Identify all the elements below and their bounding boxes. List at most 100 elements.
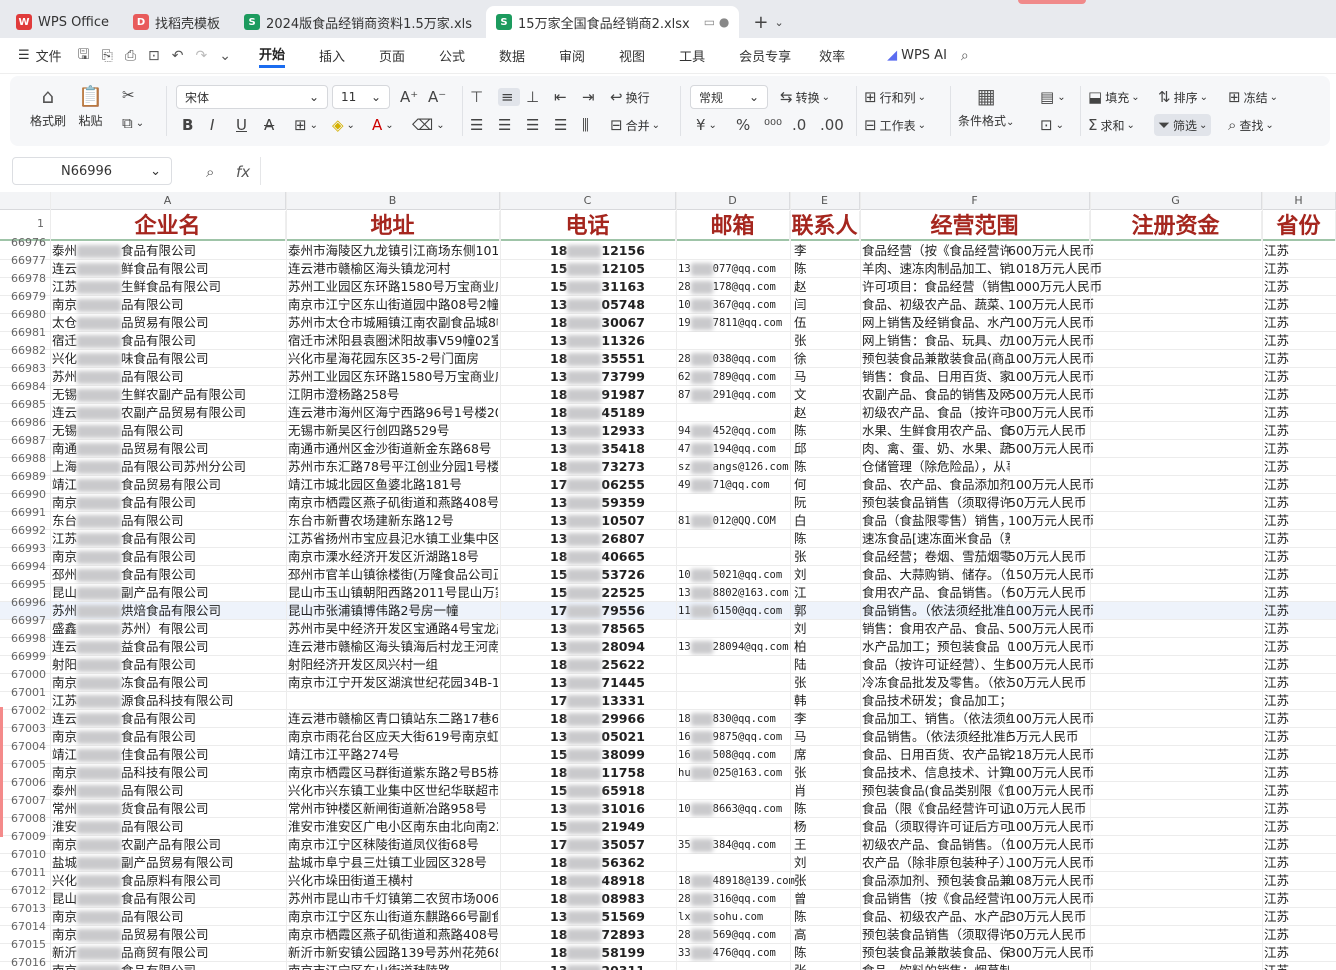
cell-address[interactable]: 南京市江宁区东山街道东麒路66号副食3 <box>288 908 498 926</box>
italic-button[interactable]: I <box>210 116 217 134</box>
header-cell[interactable]: 省份 <box>1262 211 1336 241</box>
header-cell[interactable]: 地址 <box>286 211 500 241</box>
cell-company[interactable]: 南京食品有限公司 <box>52 548 284 566</box>
cell-phone[interactable]: 1840665 <box>550 548 674 566</box>
cell-company[interactable]: 泰州品有限公司 <box>52 782 284 800</box>
cell-phone[interactable]: 1512105 <box>550 260 674 278</box>
row-number[interactable]: 66985 <box>0 398 46 411</box>
cell-email[interactable]: hu025@163.com <box>678 764 806 782</box>
cell-scope[interactable]: 预包装食品销售（须取得许可或批准后方可 <box>862 926 1010 944</box>
cell-company[interactable]: 宿迁食品有限公司 <box>52 332 284 350</box>
cell-contact[interactable]: 陈 <box>794 260 858 278</box>
cell-scope[interactable]: 速冻食品[速冻面米食品（熟制品）、速冻 <box>862 530 1010 548</box>
cell-capital[interactable] <box>1008 692 1228 710</box>
fill-button[interactable]: ⬓填充⌄ <box>1088 88 1140 106</box>
cell-contact[interactable]: 刘 <box>794 620 858 638</box>
row-number[interactable]: 67014 <box>0 920 46 933</box>
cell-phone[interactable]: 1858199 <box>550 944 674 962</box>
cell-phone[interactable]: 1713331 <box>550 692 674 710</box>
row-number[interactable]: 66979 <box>0 290 46 303</box>
cell-style-button[interactable]: ▤⌄ <box>1040 88 1066 106</box>
tab-tools[interactable]: 工具 <box>679 46 705 65</box>
cell-address[interactable]: 南京市栖霞区燕子矶街道和燕路408号1 <box>288 494 498 512</box>
column-header-c[interactable]: C <box>500 192 676 210</box>
cell-phone[interactable]: 1565918 <box>550 782 674 800</box>
cell-company[interactable]: 靖江食品贸易有限公司 <box>52 476 284 494</box>
tab-docer-templates[interactable]: D 找稻壳模板 <box>123 6 230 38</box>
cell-company[interactable]: 靖江佳食品有限公司 <box>52 746 284 764</box>
cell-phone[interactable]: 1373799 <box>550 368 674 386</box>
cell-address[interactable]: 连云港市海州区海宁西路96号1号楼201室 <box>288 404 498 422</box>
cell-email[interactable] <box>678 530 806 548</box>
cell-scope[interactable]: 食品销售（按《食品经营许可证》核定范围 <box>862 890 1010 908</box>
cell-scope[interactable]: 食品、饮料的销售；烟草制品零售 <box>862 962 1010 970</box>
cell-phone[interactable]: 1351569 <box>550 908 674 926</box>
cell-company[interactable]: 南京品有限公司 <box>52 908 284 926</box>
cell-capital[interactable]: 218万元人民币 <box>1008 746 1228 764</box>
cell-phone[interactable]: 1825622 <box>550 656 674 674</box>
row-number[interactable]: 66988 <box>0 452 46 465</box>
cell-phone[interactable]: 1553726 <box>550 566 674 584</box>
new-tab-button[interactable]: + ⌄ <box>743 6 793 38</box>
cell-address[interactable]: 昆山市张浦镇博伟路2号房一幢 <box>288 602 498 620</box>
cell-company[interactable]: 东台品有限公司 <box>52 512 284 530</box>
cell-phone[interactable]: 1735057 <box>550 836 674 854</box>
cell-address[interactable]: 靖江市江平路274号 <box>288 746 498 764</box>
row-number[interactable]: 67001 <box>0 686 46 699</box>
cell-capital[interactable]: 100万元人民币 <box>1008 782 1228 800</box>
cell-email[interactable]: 108663@qq.com <box>678 800 806 818</box>
header-cell[interactable]: 电话 <box>500 211 676 241</box>
cell-capital[interactable]: 1000万元人民币 <box>1008 278 1228 296</box>
cell-address[interactable]: 常州市钟楼区新闸街道新冶路958号 <box>288 800 498 818</box>
cell-company[interactable]: 连云鲜食品有限公司 <box>52 260 284 278</box>
cell-province[interactable]: 江苏 <box>1264 332 1334 350</box>
column-header-g[interactable]: G <box>1090 192 1262 210</box>
cell-contact[interactable]: 张 <box>794 548 858 566</box>
cell-contact[interactable]: 张 <box>794 962 858 970</box>
cell-address[interactable]: 南京市栖霞区马群街道紫东路2号B5栋A4 <box>288 764 498 782</box>
filter-button[interactable]: ⏷筛选⌄ <box>1154 114 1211 136</box>
cell-province[interactable]: 江苏 <box>1264 962 1334 970</box>
cell-province[interactable]: 江苏 <box>1264 386 1334 404</box>
cell-phone[interactable]: 1521949 <box>550 818 674 836</box>
cell-province[interactable]: 江苏 <box>1264 674 1334 692</box>
cell-province[interactable]: 江苏 <box>1264 656 1334 674</box>
cell-company[interactable]: 南京品贸易有限公司 <box>52 926 284 944</box>
cell-province[interactable]: 江苏 <box>1264 872 1334 890</box>
underline-button[interactable]: U <box>236 116 250 134</box>
cell-email[interactable]: 197811@qq.com <box>678 314 806 332</box>
cell-province[interactable]: 江苏 <box>1264 440 1334 458</box>
cell-email[interactable] <box>678 962 806 970</box>
row-number[interactable]: 66995 <box>0 578 46 591</box>
cell-address[interactable]: 南京市雨花台区应天大街619号南京虹悦 <box>288 728 498 746</box>
cell-contact[interactable]: 陆 <box>794 656 858 674</box>
sum-button[interactable]: Σ求和⌄ <box>1088 116 1135 134</box>
cell-address[interactable]: 南京市溧水经济开发区沂湖路18号 <box>288 548 498 566</box>
cell-province[interactable]: 江苏 <box>1264 458 1334 476</box>
cell-phone[interactable]: 1829966 <box>550 710 674 728</box>
cell-address[interactable]: 苏州市昆山市千灯镇第二农贸市场006号 <box>288 890 498 908</box>
cell-company[interactable]: 太仓品贸易有限公司 <box>52 314 284 332</box>
cell-contact[interactable]: 陈 <box>794 422 858 440</box>
cell-contact[interactable]: 邱 <box>794 440 858 458</box>
cell-province[interactable]: 江苏 <box>1264 854 1334 872</box>
cell-phone[interactable]: 1848918 <box>550 872 674 890</box>
tab-member[interactable]: 会员专享 <box>739 46 791 65</box>
cell-address[interactable]: 南京市江宁开发区湖滨世纪花园34B-115 <box>288 674 498 692</box>
row-number[interactable]: 66990 <box>0 488 46 501</box>
fill-color-button[interactable]: ◈⌄ <box>332 116 355 134</box>
cell-phone[interactable]: 1378565 <box>550 620 674 638</box>
cell-contact[interactable]: 郭 <box>794 602 858 620</box>
copy-button[interactable]: ⧉⌄ <box>122 114 144 132</box>
indent-increase-button[interactable]: ⇥ <box>582 88 598 106</box>
cell-province[interactable]: 江苏 <box>1264 476 1334 494</box>
cell-address[interactable]: 南京市栖霞区燕子矶街道和燕路408号晓 <box>288 926 498 944</box>
cell-address[interactable]: 连云港市赣榆区青口镇站东二路17巷6号 <box>288 710 498 728</box>
justify-button[interactable]: ☰ <box>554 116 570 134</box>
cell-phone[interactable]: 1873273 <box>550 458 674 476</box>
cut-button[interactable]: ✂ <box>122 86 138 104</box>
cell-company[interactable]: 苏州烘焙食品有限公司 <box>52 602 284 620</box>
cell-contact[interactable]: 刘 <box>794 566 858 584</box>
cell-scope[interactable]: 食品经营；卷烟、雪茄烟零售。（依法须经 <box>862 548 1010 566</box>
cell-contact[interactable]: 刘 <box>794 854 858 872</box>
